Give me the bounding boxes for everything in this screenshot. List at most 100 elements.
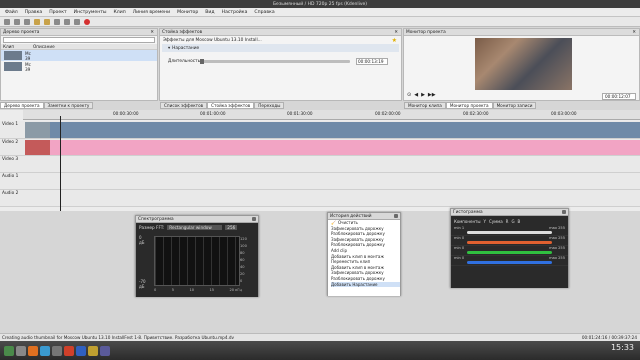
- menu-settings[interactable]: Настройка: [222, 10, 248, 15]
- window-title: Гистограмма: [453, 209, 483, 215]
- editor-icon[interactable]: [88, 345, 98, 356]
- tab-record-monitor[interactable]: Монитор записи: [492, 102, 537, 109]
- new-icon[interactable]: [4, 18, 10, 25]
- clip-row[interactable]: Мс 39: [1, 61, 157, 72]
- x-ticks: 0 5 10 15 20 кГц: [154, 288, 242, 292]
- histogram-band: [467, 231, 552, 234]
- toggle-y[interactable]: Y: [484, 219, 486, 224]
- toggle-g[interactable]: G: [511, 219, 514, 224]
- clip-thumbnail: [4, 51, 22, 60]
- media-icon[interactable]: [64, 345, 74, 356]
- toggle-r[interactable]: R: [506, 219, 509, 224]
- spectrogram-plot: [154, 236, 240, 286]
- tab-project-notes[interactable]: Заметки к проекту: [43, 102, 94, 109]
- play-icon[interactable]: ▶: [421, 92, 425, 98]
- chevron-down-icon[interactable]: ▾: [168, 46, 170, 51]
- menu-monitor[interactable]: Монитор: [177, 10, 198, 15]
- tab-transitions[interactable]: Переходы: [254, 102, 285, 109]
- record-icon[interactable]: [84, 18, 90, 25]
- close-icon[interactable]: [252, 217, 256, 221]
- histogram-row: min 0 max 255: [451, 246, 568, 256]
- terminal-icon[interactable]: [52, 345, 62, 356]
- rewind-icon[interactable]: ◀: [414, 92, 418, 98]
- firefox-icon[interactable]: [28, 345, 38, 356]
- project-tree-panel: Дерево проекта ✕ Клип Описание Мс 39 Мс 39: [0, 28, 158, 101]
- copy-icon[interactable]: [64, 18, 70, 25]
- star-icon[interactable]: ★: [392, 37, 397, 44]
- close-icon[interactable]: [394, 214, 398, 218]
- menu-help[interactable]: Справка: [254, 10, 274, 15]
- window-title: Спектрограмма: [138, 216, 174, 222]
- save-icon[interactable]: [24, 18, 30, 25]
- window-header: Гистограмма: [451, 209, 568, 216]
- history-item-selected[interactable]: Добавить Нарастание: [331, 281, 400, 288]
- track-label: Video 2: [2, 140, 19, 145]
- track-video-3: Video 3: [0, 156, 640, 173]
- tab-project-tree[interactable]: Дерево проекта: [0, 102, 44, 109]
- y-tick: 120: [240, 237, 247, 241]
- chromium-icon[interactable]: [40, 345, 50, 356]
- menu-project[interactable]: Проект: [49, 10, 66, 15]
- menu-tools[interactable]: Инструменты: [74, 10, 107, 15]
- paste-icon[interactable]: [74, 18, 80, 25]
- cut-icon[interactable]: [54, 18, 60, 25]
- kdenlive-icon[interactable]: [76, 345, 86, 356]
- monitor-controls: ⊙ ◀ ▶ ▶▶: [407, 92, 436, 98]
- transition-block[interactable]: [25, 140, 50, 155]
- menu-edit[interactable]: Правка: [25, 10, 42, 15]
- menu-view[interactable]: Вид: [205, 10, 214, 15]
- db-scale: 0 дБ -70 дБ: [139, 235, 146, 289]
- x-tick: 0: [154, 288, 157, 292]
- window-header: История действий: [328, 213, 400, 220]
- timeline-ruler[interactable]: 00:00:30:00 00:01:00:00 00:01:30:00 00:0…: [23, 110, 640, 120]
- effects-target: Эффекты для Moscow Ubuntu 13.10 Install.…: [163, 37, 262, 43]
- close-icon[interactable]: ✕: [632, 30, 636, 35]
- db-unit: дБ: [139, 240, 145, 245]
- close-icon[interactable]: ✕: [150, 30, 154, 35]
- clip-row[interactable]: Мс 39: [1, 50, 157, 61]
- tab-effect-stack[interactable]: Стойка эффектов: [207, 102, 255, 109]
- project-search-input[interactable]: [3, 37, 155, 43]
- files-icon[interactable]: [16, 345, 26, 356]
- duration-slider[interactable]: [200, 58, 350, 64]
- status-bar: Creating audio thumbnail for Moscow Ubun…: [0, 333, 640, 341]
- video-clip[interactable]: [25, 122, 640, 138]
- duration-input[interactable]: 00:00:13:19: [356, 57, 388, 65]
- tab-effect-list[interactable]: Список эффектов: [160, 102, 208, 109]
- menu-launcher-icon[interactable]: [4, 345, 14, 356]
- effects-header-row: Эффекты для Moscow Ubuntu 13.10 Install.…: [160, 36, 401, 44]
- monitor-timecode[interactable]: 00:00:12:07: [602, 93, 636, 100]
- close-icon[interactable]: ✕: [394, 30, 398, 35]
- undo-icon[interactable]: [34, 18, 40, 25]
- app-icon[interactable]: [100, 345, 110, 356]
- histogram-band: [467, 261, 552, 264]
- clip-thumbnail: [25, 122, 50, 138]
- open-icon[interactable]: [14, 18, 20, 25]
- menu-file[interactable]: Файл: [5, 10, 18, 15]
- fft-size-input[interactable]: 256: [225, 225, 238, 230]
- window-select[interactable]: Rectangular window: [167, 225, 223, 230]
- tab-clip-monitor[interactable]: Монитор клипа: [404, 102, 446, 109]
- effect-item[interactable]: ▾ Нарастание: [162, 44, 399, 52]
- taskbar: 15:33: [0, 341, 640, 360]
- spectrogram-window: Спектрограмма Размер FFT: Rectangular win…: [135, 215, 259, 297]
- tab-project-monitor[interactable]: Монитор проекта: [445, 102, 493, 109]
- toggle-b[interactable]: B: [518, 219, 521, 224]
- components-label: Компоненты: [454, 218, 481, 224]
- ruler-label: 00:01:00:00: [200, 111, 226, 116]
- histogram-band: [467, 251, 552, 254]
- playhead[interactable]: [60, 116, 61, 211]
- menu-timeline[interactable]: Линия времени: [133, 10, 170, 15]
- video-preview[interactable]: [475, 38, 572, 90]
- audio-clip[interactable]: [25, 140, 640, 155]
- zoom-icon[interactable]: ⊙: [407, 92, 411, 98]
- slider-handle[interactable]: [200, 58, 204, 64]
- y-tick: 40: [240, 265, 245, 269]
- track-label: Audio 1: [2, 174, 19, 179]
- clip-duration: 39: [25, 66, 31, 72]
- close-icon[interactable]: [562, 210, 566, 214]
- forward-icon[interactable]: ▶▶: [428, 92, 436, 98]
- menu-clip[interactable]: Клип: [114, 10, 126, 15]
- redo-icon[interactable]: [44, 18, 50, 25]
- y-tick: 60: [240, 258, 245, 262]
